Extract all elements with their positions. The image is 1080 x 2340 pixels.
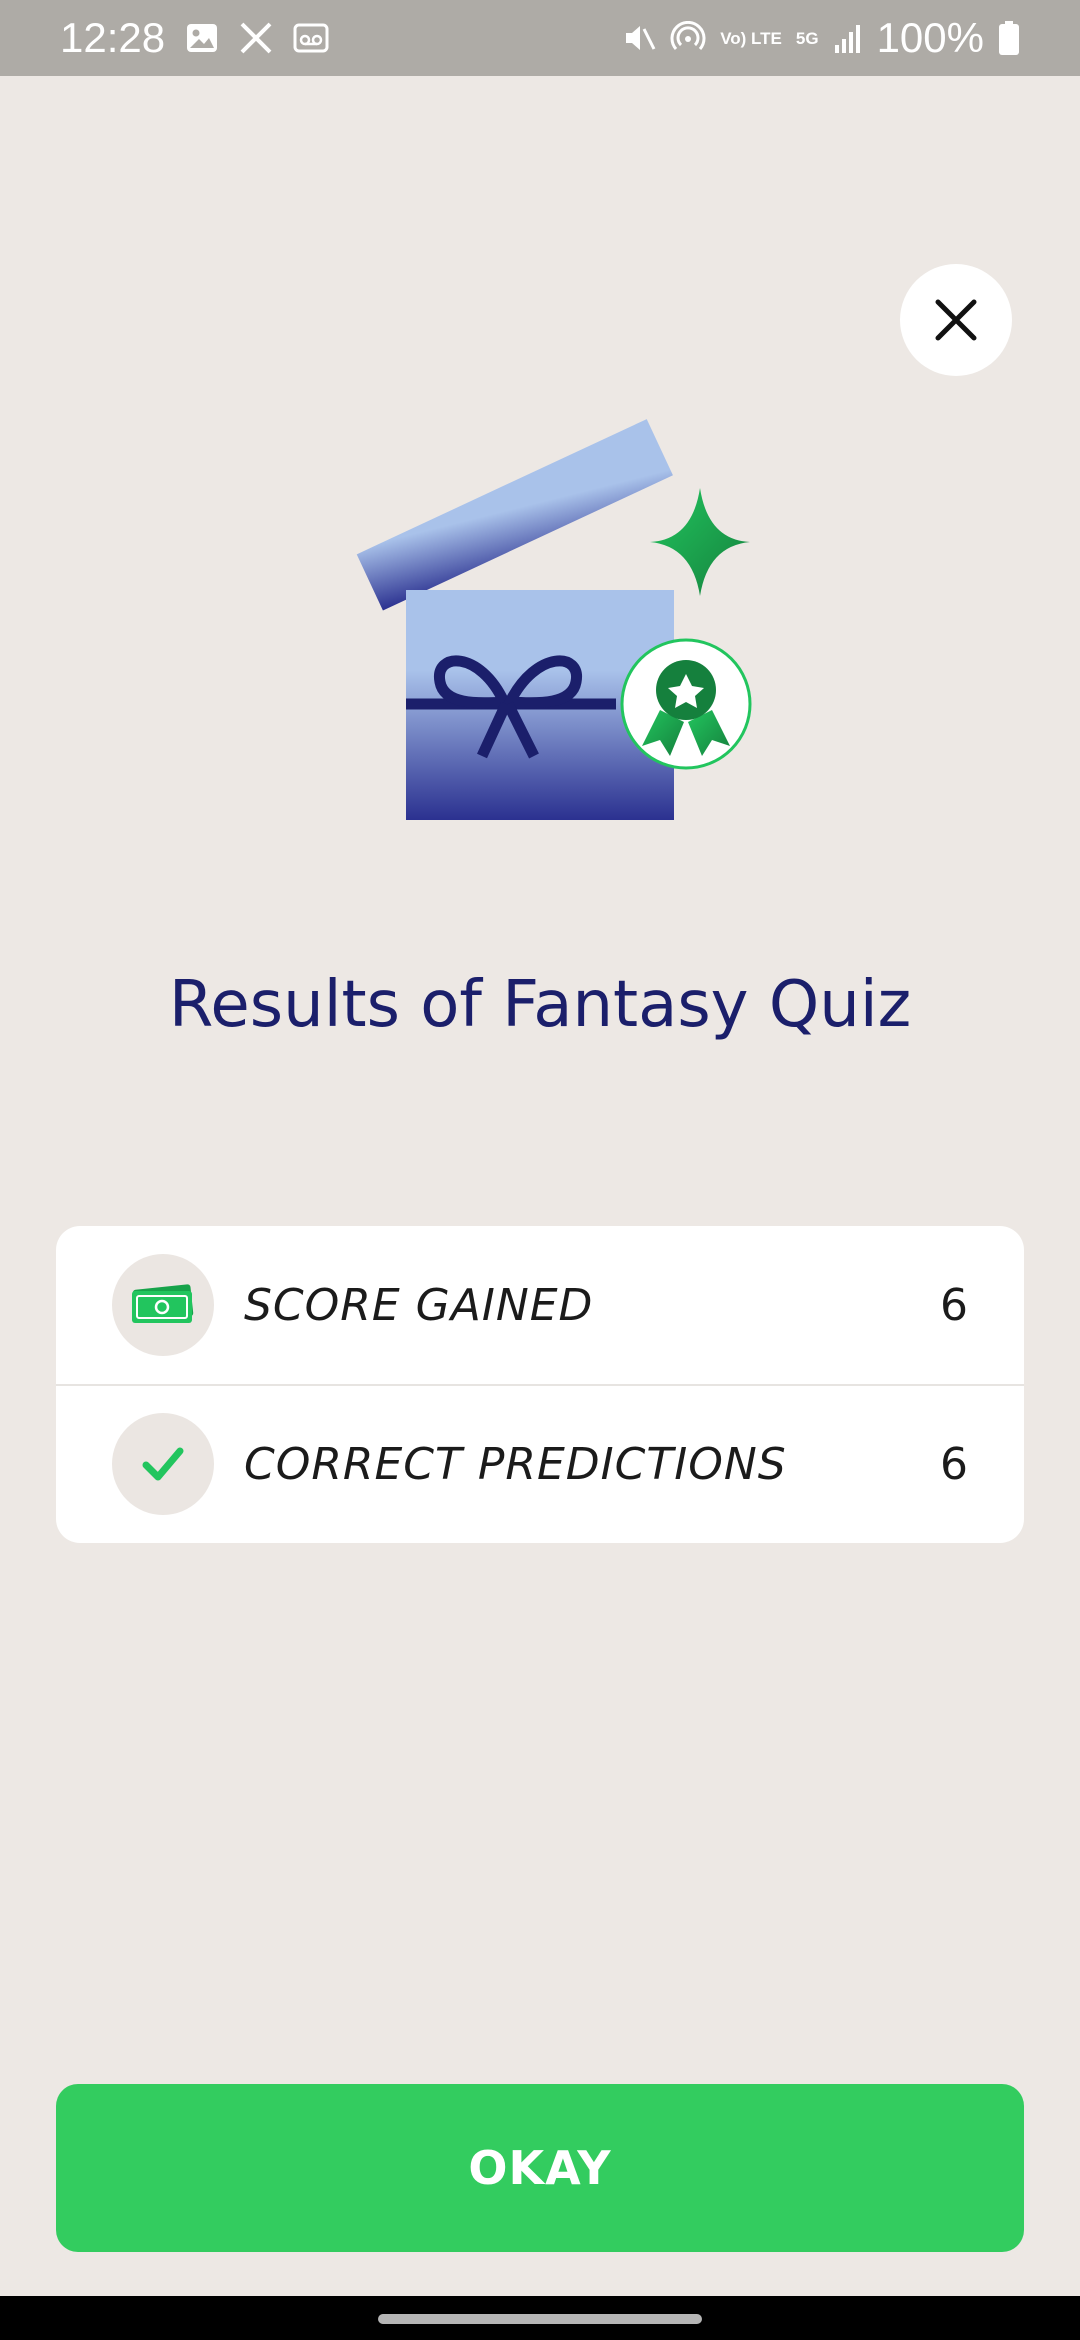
score-gained-label: SCORE GAINED <box>244 1279 594 1331</box>
results-card: SCORE GAINED 6 CORRECT PREDICTIONS 6 <box>56 1226 1024 1543</box>
battery-icon <box>998 20 1020 56</box>
voicemail-icon <box>293 21 329 55</box>
status-right: Vo) LTE 5G 100% <box>622 14 1020 62</box>
okay-button[interactable]: OKAY <box>56 2084 1024 2252</box>
x-logo-icon <box>239 21 273 55</box>
mute-icon <box>622 21 656 55</box>
close-icon <box>935 299 977 341</box>
result-row-score: SCORE GAINED 6 <box>56 1226 1024 1384</box>
gift-box-with-award-icon <box>330 390 770 830</box>
image-icon <box>185 21 219 55</box>
page-title: Results of Fantasy Quiz <box>168 968 912 1042</box>
score-gained-value: 6 <box>940 1279 968 1331</box>
result-row-predictions: CORRECT PREDICTIONS 6 <box>56 1384 1024 1542</box>
5g-icon: 5G <box>795 28 819 48</box>
status-time: 12:28 <box>60 14 166 61</box>
signal-icon <box>833 21 863 55</box>
status-bar: 12:28 Vo) LTE 5G 100% <box>0 0 1080 76</box>
volte-icon: Vo) LTE <box>720 28 782 48</box>
correct-predictions-value: 6 <box>940 1438 968 1490</box>
close-button[interactable] <box>900 264 1012 376</box>
battery-percent: 100% <box>876 14 984 61</box>
status-left: 12:28 <box>60 14 329 62</box>
money-icon <box>112 1254 214 1356</box>
home-handle[interactable] <box>378 2314 702 2324</box>
navigation-bar <box>0 2296 1080 2340</box>
hotspot-icon <box>670 21 706 55</box>
correct-predictions-label: CORRECT PREDICTIONS <box>244 1438 787 1490</box>
checkmark-icon <box>112 1413 214 1515</box>
